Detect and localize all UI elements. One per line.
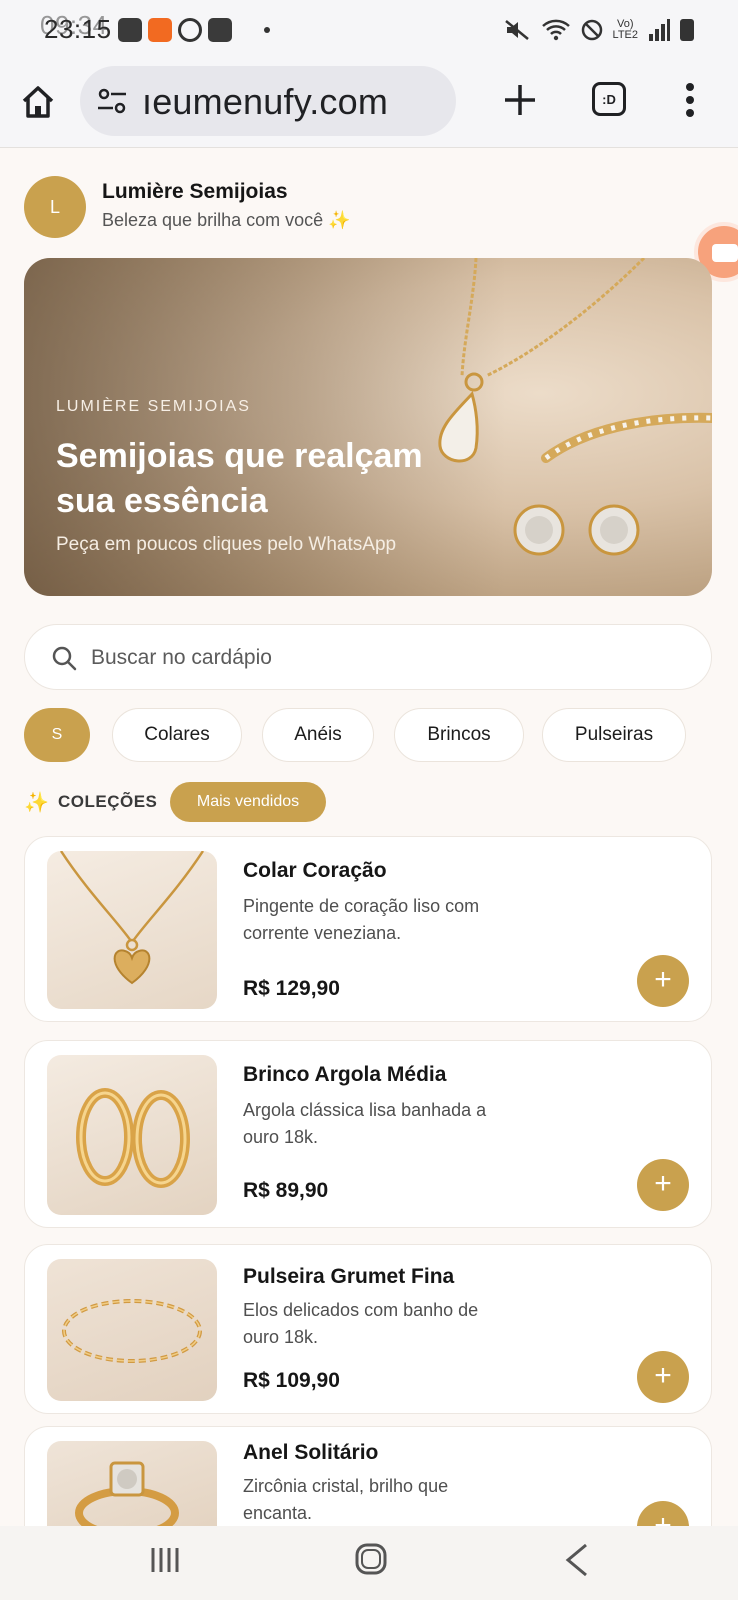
add-to-cart-button[interactable]: + bbox=[637, 1351, 689, 1403]
photo-icon bbox=[208, 18, 232, 42]
product-price: R$ 129,90 bbox=[243, 977, 340, 1000]
app-notification-icon bbox=[148, 18, 172, 42]
notification-icons bbox=[118, 18, 270, 42]
product-description: Pingente de coração liso com corrente ve… bbox=[243, 896, 480, 943]
address-bar[interactable]: ıeumenufy.com bbox=[80, 66, 456, 136]
signal-icon bbox=[649, 19, 670, 41]
more-menu-icon[interactable] bbox=[684, 80, 696, 120]
hero-banner: LUMIÈRE SEMIJOIAS Semijoias que realçam … bbox=[24, 258, 712, 596]
recent-apps-icon[interactable] bbox=[148, 1544, 180, 1576]
store-name: Lumière Semijoias bbox=[102, 180, 288, 203]
product-image bbox=[47, 851, 217, 1009]
product-card[interactable]: Pulseira Grumet Fina Elos delicados com … bbox=[24, 1244, 712, 1414]
product-card[interactable]: Brinco Argola Média Argola clássica lisa… bbox=[24, 1040, 712, 1228]
product-price: R$ 109,90 bbox=[243, 1369, 340, 1392]
product-description: Argola clássica lisa banhada a ouro 18k. bbox=[243, 1100, 487, 1147]
product-name: Pulseira Grumet Fina bbox=[243, 1265, 455, 1288]
system-nav-bar bbox=[0, 1526, 738, 1600]
dnd-icon bbox=[581, 19, 602, 41]
search-input[interactable] bbox=[91, 639, 651, 677]
search-bar[interactable] bbox=[24, 624, 712, 690]
status-bar: 09:34 23:15 Vo) LTE2 bbox=[0, 0, 738, 62]
store-tagline: Beleza que brilha com você ✨ bbox=[102, 210, 351, 231]
product-description: Elos delicados com banho de ouro 18k. bbox=[243, 1300, 479, 1347]
url-text[interactable]: ıeumenufy.com bbox=[142, 81, 388, 123]
hero-subtitle: Peça em poucos cliques pelo WhatsApp bbox=[56, 534, 397, 555]
search-icon bbox=[52, 646, 77, 671]
more-notifications-dot bbox=[264, 27, 270, 33]
hero-eyebrow: LUMIÈRE SEMIJOIAS bbox=[56, 398, 251, 415]
home-icon[interactable] bbox=[18, 82, 58, 122]
back-icon[interactable] bbox=[562, 1542, 592, 1578]
product-image bbox=[47, 1055, 217, 1215]
network-type-icon: Vo) LTE2 bbox=[612, 18, 638, 41]
video-camera-icon bbox=[712, 244, 738, 262]
hero-title: Semijoias que realçam sua essência bbox=[56, 437, 423, 520]
whatsapp-icon bbox=[178, 18, 202, 42]
gmail-icon bbox=[118, 18, 142, 42]
tab-switcher-button[interactable]: :D bbox=[592, 82, 626, 116]
category-chip-colares[interactable]: Colares bbox=[112, 708, 242, 762]
category-chip-selected[interactable]: S bbox=[24, 708, 90, 762]
wifi-icon bbox=[541, 19, 570, 41]
sparkle-icon: ✨ bbox=[24, 792, 49, 814]
product-name: Brinco Argola Média bbox=[243, 1063, 447, 1086]
mute-icon bbox=[504, 20, 529, 40]
new-tab-icon[interactable] bbox=[500, 80, 540, 120]
store-logo: L bbox=[24, 176, 86, 238]
status-time: 23:15 bbox=[44, 14, 112, 44]
tagline-text: Beleza que brilha com você bbox=[102, 210, 324, 230]
product-description: Zircônia cristal, brilho que encanta. bbox=[243, 1476, 449, 1523]
product-image bbox=[47, 1259, 217, 1401]
browser-toolbar: ıeumenufy.com :D bbox=[0, 62, 738, 148]
system-icons: Vo) LTE2 bbox=[503, 18, 694, 42]
category-chip-brincos[interactable]: Brincos bbox=[394, 708, 524, 762]
add-to-cart-button[interactable]: + bbox=[637, 1159, 689, 1211]
product-name: Colar Coração bbox=[243, 859, 387, 882]
home-nav-icon[interactable] bbox=[354, 1542, 388, 1576]
best-sellers-chip[interactable]: Mais vendidos bbox=[170, 782, 326, 822]
product-price: R$ 89,90 bbox=[243, 1179, 329, 1202]
category-chip-pulseiras[interactable]: Pulseiras bbox=[542, 708, 686, 762]
product-card[interactable]: Colar Coração Pingente de coração liso c… bbox=[24, 836, 712, 1022]
sparkle-icon: ✨ bbox=[328, 210, 351, 230]
category-chip-aneis[interactable]: Anéis bbox=[262, 708, 374, 762]
product-name: Anel Solitário bbox=[243, 1441, 379, 1464]
battery-icon bbox=[680, 19, 694, 41]
add-to-cart-button[interactable]: + bbox=[637, 955, 689, 1007]
collections-label: COLEÇÕES bbox=[58, 792, 158, 811]
site-settings-icon[interactable] bbox=[96, 86, 128, 116]
